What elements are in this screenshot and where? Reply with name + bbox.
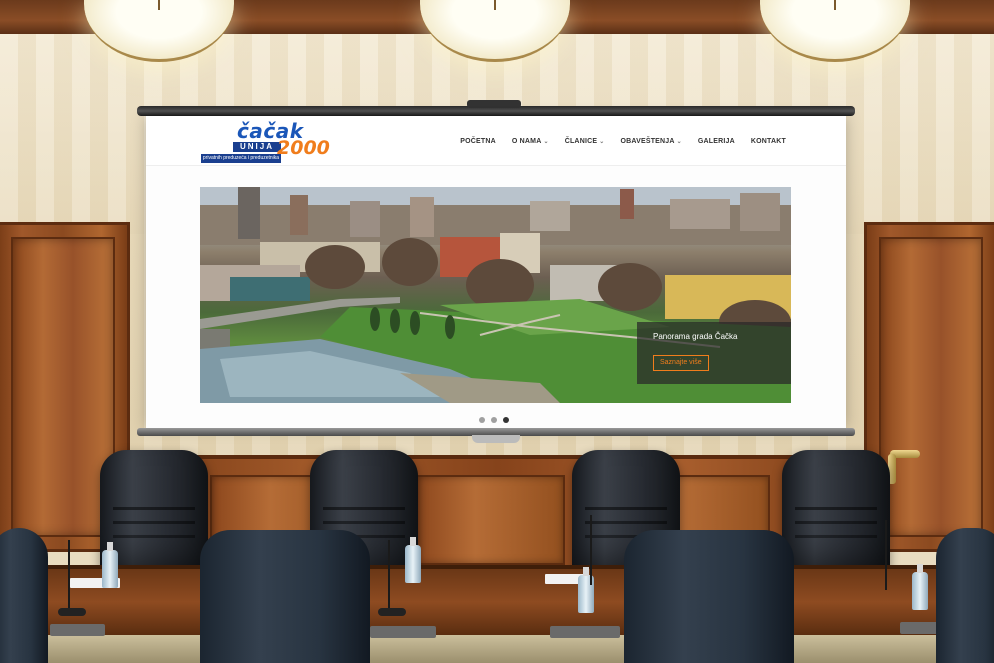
nav-label: O NAMA xyxy=(511,137,542,145)
chevron-down-icon: ⌄ xyxy=(543,138,549,145)
slider-dot-active[interactable] xyxy=(503,417,509,423)
slide-caption: Panorama grada Čačka Saznajte više xyxy=(637,322,791,384)
table-edge xyxy=(40,635,994,663)
nav-item-kontakt[interactable]: KONTAKT xyxy=(751,138,786,145)
nav-label: KONTAKT xyxy=(750,137,786,145)
wainscot-panel xyxy=(415,475,565,565)
chair xyxy=(782,450,890,580)
logo-year: 2000 xyxy=(277,137,330,159)
learn-more-button[interactable]: Saznajte više xyxy=(653,355,709,371)
microphone xyxy=(388,540,390,610)
front-chair xyxy=(624,530,794,663)
notebook xyxy=(900,622,940,634)
slide-caption-title: Panorama grada Čačka xyxy=(653,332,738,341)
nav-label: ČLANICE xyxy=(564,137,598,145)
projector-screen: čačak UNIJA 2000 privatnih preduzeća i p… xyxy=(146,116,846,428)
front-chair xyxy=(200,530,370,663)
slider-dot[interactable] xyxy=(479,417,485,423)
nav-item-pocetna[interactable]: POČETNA xyxy=(460,138,496,145)
water-bottle xyxy=(102,542,118,588)
logo-unija-label: UNIJA xyxy=(233,142,281,152)
water-bottle xyxy=(405,537,421,583)
screen-top-roller xyxy=(137,100,855,116)
microphone xyxy=(590,515,592,585)
front-chair xyxy=(0,528,48,663)
nav-item-o-nama[interactable]: O NAMA ⌄ xyxy=(512,138,549,145)
microphone-base xyxy=(378,608,406,616)
nav-item-galerija[interactable]: GALERIJA xyxy=(698,138,735,145)
chevron-down-icon: ⌄ xyxy=(599,138,605,145)
chevron-down-icon: ⌄ xyxy=(676,138,682,145)
conference-table xyxy=(40,565,994,635)
microphone xyxy=(885,520,887,590)
site-logo[interactable]: čačak UNIJA 2000 privatnih preduzeća i p… xyxy=(201,121,331,165)
door-panel xyxy=(879,237,983,537)
microphone xyxy=(68,540,70,610)
logo-subtitle: privatnih preduzeća i preduzetnika xyxy=(201,154,281,163)
screen-bottom-bar xyxy=(137,428,855,443)
nav-item-clanice[interactable]: ČLANICE ⌄ xyxy=(565,138,605,145)
nav-label: GALERIJA xyxy=(697,137,735,145)
slider-pagination xyxy=(479,417,509,423)
site-header: čačak UNIJA 2000 privatnih preduzeća i p… xyxy=(146,116,846,166)
notebook xyxy=(50,624,105,636)
door-handle xyxy=(888,450,920,484)
nav-item-obavestenja[interactable]: OBAVEŠTENJA ⌄ xyxy=(620,138,681,145)
front-chair xyxy=(936,528,994,663)
slider-dot[interactable] xyxy=(491,417,497,423)
nav-label: OBAVEŠTENJA xyxy=(620,137,675,145)
notebook xyxy=(550,626,620,638)
nav-label: POČETNA xyxy=(460,137,496,145)
notebook xyxy=(370,626,436,638)
microphone-base xyxy=(58,608,86,616)
water-bottle xyxy=(912,564,928,610)
main-navigation: POČETNA O NAMA ⌄ ČLANICE ⌄ OBAVEŠTENJA ⌄… xyxy=(460,116,786,166)
hero-slider-image: Panorama grada Čačka Saznajte više xyxy=(200,187,791,403)
